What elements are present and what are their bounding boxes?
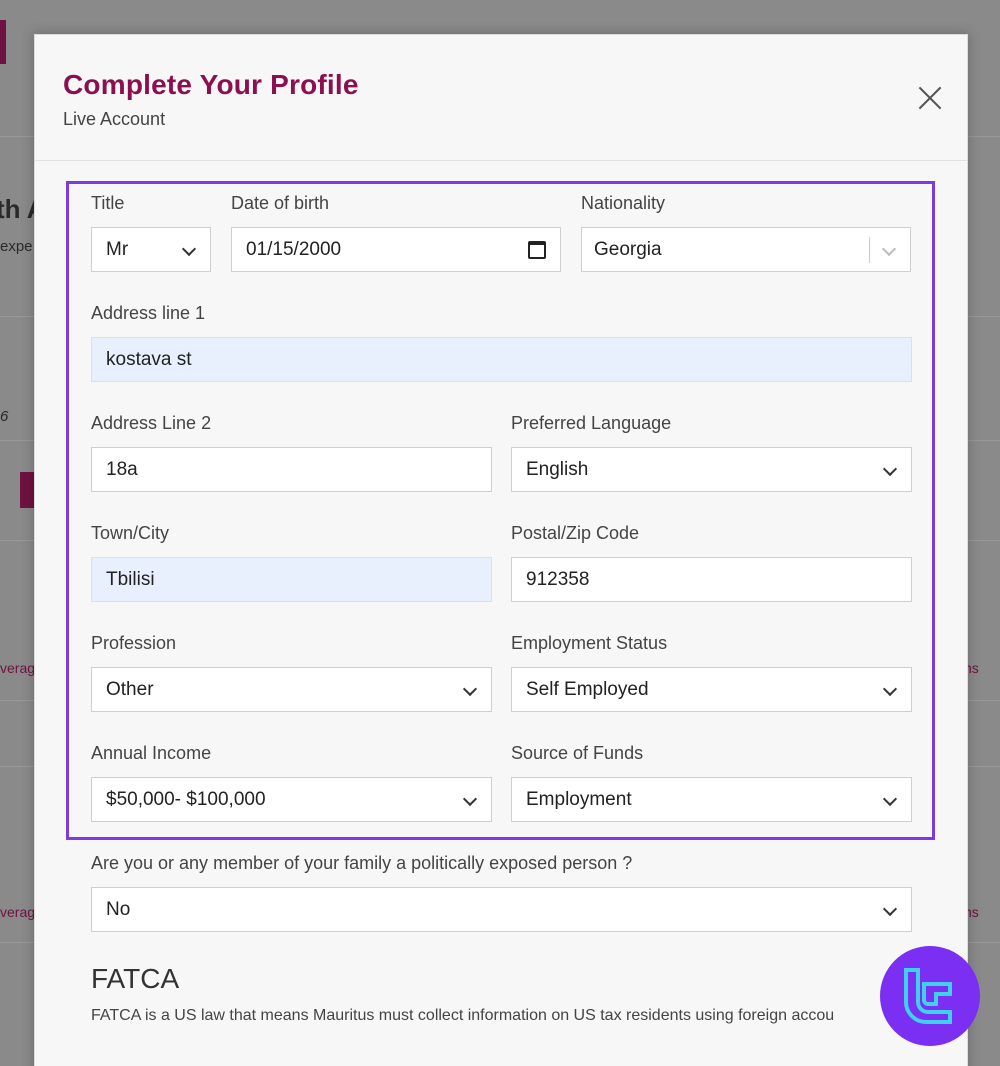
profession-value: Other (106, 678, 154, 700)
brand-logo-glyph (904, 968, 952, 1024)
background-column-header: verag (0, 660, 36, 676)
address2-input[interactable]: 18a (91, 447, 492, 492)
postal-input[interactable]: 912358 (511, 557, 912, 602)
chevron-down-icon (883, 683, 897, 697)
nationality-field: Nationality Georgia (581, 193, 911, 272)
pep-select[interactable]: No (91, 887, 912, 932)
highlight-frame (66, 181, 935, 840)
address2-field: Address Line 2 18a (91, 413, 492, 492)
funds-field: Source of Funds Employment (511, 743, 912, 822)
nationality-value: Georgia (594, 238, 662, 260)
title-label: Title (91, 193, 125, 213)
funds-value: Employment (526, 788, 632, 810)
modal-title: Complete Your Profile (63, 69, 359, 100)
city-value: Tbilisi (106, 568, 155, 590)
chevron-down-icon (883, 793, 897, 807)
language-field: Preferred Language English (511, 413, 912, 492)
dob-input[interactable]: 01/15/2000 (231, 227, 561, 272)
profession-label: Profession (91, 633, 177, 653)
city-input[interactable]: Tbilisi (91, 557, 492, 602)
background-accent (0, 20, 6, 64)
chevron-down-icon (182, 243, 196, 257)
fatca-text: FATCA is a US law that means Mauritus mu… (91, 1007, 835, 1024)
postal-value: 912358 (526, 568, 590, 590)
address1-input[interactable]: kostava st (91, 337, 912, 382)
chevron-down-icon (883, 903, 897, 917)
postal-field: Postal/Zip Code 912358 (511, 523, 912, 602)
pep-label: Are you or any member of your family a p… (91, 853, 633, 873)
dob-label: Date of birth (231, 193, 330, 213)
profile-modal: Complete Your Profile Live Account Title… (34, 34, 968, 1066)
dob-field: Date of birth 01/15/2000 (231, 193, 561, 272)
select-separator (869, 236, 870, 263)
employment-label: Employment Status (511, 633, 668, 653)
address1-label: Address line 1 (91, 303, 206, 323)
brand-logo-icon (880, 946, 980, 1046)
modal-header: Complete Your Profile Live Account (35, 35, 967, 161)
profession-field: Profession Other (91, 633, 492, 712)
income-value: $50,000- $100,000 (106, 788, 266, 810)
employment-select[interactable]: Self Employed (511, 667, 912, 712)
nationality-label: Nationality (581, 193, 666, 213)
chevron-down-icon (463, 793, 477, 807)
title-value: Mr (106, 238, 129, 260)
chevron-down-icon (882, 243, 896, 257)
address2-value: 18a (106, 458, 138, 480)
background-subtext: expe (0, 238, 33, 255)
income-label: Annual Income (91, 743, 212, 763)
language-label: Preferred Language (511, 413, 672, 433)
title-field: Title Mr (91, 193, 211, 272)
funds-label: Source of Funds (511, 743, 644, 763)
address1-value: kostava st (106, 348, 192, 370)
background-column-header: verag (0, 904, 36, 920)
city-field: Town/City Tbilisi (91, 523, 492, 602)
profession-select[interactable]: Other (91, 667, 492, 712)
chevron-down-icon (463, 683, 477, 697)
chevron-down-icon (883, 463, 897, 477)
nationality-select[interactable]: Georgia (581, 227, 911, 272)
title-select[interactable]: Mr (91, 227, 211, 272)
funds-select[interactable]: Employment (511, 777, 912, 822)
employment-value: Self Employed (526, 678, 649, 700)
calendar-icon[interactable] (528, 240, 546, 259)
background-button (20, 472, 34, 508)
language-value: English (526, 458, 589, 480)
employment-field: Employment Status Self Employed (511, 633, 912, 712)
language-select[interactable]: English (511, 447, 912, 492)
background-number: 6 (0, 408, 9, 425)
dob-value: 01/15/2000 (246, 238, 342, 260)
city-label: Town/City (91, 523, 170, 543)
close-icon[interactable] (917, 85, 943, 111)
postal-label: Postal/Zip Code (511, 523, 640, 543)
fatca-title: FATCA (91, 963, 180, 994)
pep-field: Are you or any member of your family a p… (91, 853, 912, 932)
address1-field: Address line 1 kostava st (91, 303, 912, 382)
modal-subtitle: Live Account (63, 109, 166, 129)
income-select[interactable]: $50,000- $100,000 (91, 777, 492, 822)
address2-label: Address Line 2 (91, 413, 212, 433)
income-field: Annual Income $50,000- $100,000 (91, 743, 492, 822)
pep-value: No (106, 898, 131, 920)
